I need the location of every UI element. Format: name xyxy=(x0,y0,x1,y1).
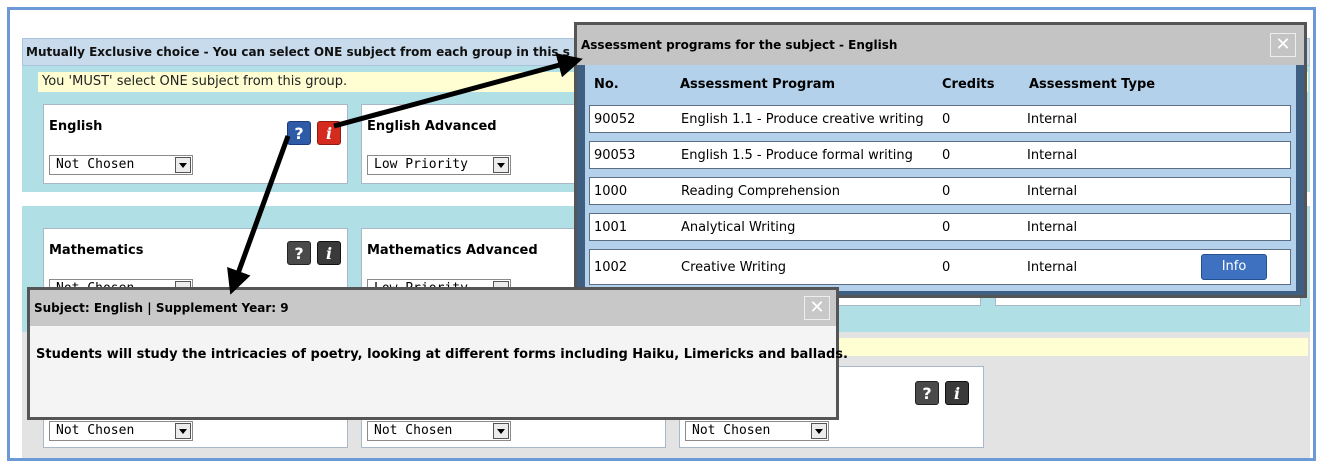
priority-select[interactable]: Not Chosen xyxy=(685,421,829,441)
cell-program: English 1.1 - Produce creative writing xyxy=(681,112,924,127)
cell-credits: 0 xyxy=(942,260,951,275)
subject-card-english: English Not Chosen ? i xyxy=(43,104,348,184)
dialog-titlebar: Subject: English | Supplement Year: 9 ✕ xyxy=(30,290,836,326)
priority-select[interactable]: Not Chosen xyxy=(367,421,511,441)
cell-program: Analytical Writing xyxy=(681,220,796,235)
cell-no: 90052 xyxy=(594,112,636,127)
select-value: Not Chosen xyxy=(692,423,771,438)
table-row[interactable]: 1001 Analytical Writing 0 Internal xyxy=(589,213,1291,241)
column-header-no: No. xyxy=(594,77,619,92)
cell-type: Internal xyxy=(1027,220,1078,235)
column-header-type: Assessment Type xyxy=(1029,77,1156,92)
subject-title: English Advanced xyxy=(367,119,497,134)
dialog-titlebar: Assessment programs for the subject - En… xyxy=(577,25,1304,65)
subject-title: English xyxy=(49,119,103,134)
chevron-down-icon[interactable] xyxy=(811,423,827,439)
cell-program: Reading Comprehension xyxy=(681,184,840,199)
cell-credits: 0 xyxy=(942,112,951,127)
table-row[interactable]: 1000 Reading Comprehension 0 Internal xyxy=(589,177,1291,205)
info-button[interactable]: Info xyxy=(1201,254,1267,280)
cell-type: Internal xyxy=(1027,184,1078,199)
table-row[interactable]: 90052 English 1.1 - Produce creative wri… xyxy=(589,105,1291,133)
cell-no: 1002 xyxy=(594,260,628,275)
table-row[interactable]: 1002 Creative Writing 0 Internal Info xyxy=(589,249,1291,285)
select-value: Not Chosen xyxy=(374,423,453,438)
column-header-program: Assessment Program xyxy=(680,77,836,92)
dialog-title: Assessment programs for the subject - En… xyxy=(581,38,898,52)
column-header-credits: Credits xyxy=(942,77,995,92)
close-icon[interactable]: ✕ xyxy=(804,296,830,320)
select-value: Not Chosen xyxy=(56,157,135,172)
chevron-down-icon[interactable] xyxy=(493,423,509,439)
help-icon[interactable]: ? xyxy=(915,381,939,405)
help-icon[interactable]: ? xyxy=(287,241,311,265)
cell-type: Internal xyxy=(1027,260,1078,275)
select-value: Not Chosen xyxy=(56,423,135,438)
supplement-description: Students will study the intricacies of p… xyxy=(36,347,848,362)
priority-select[interactable]: Low Priority xyxy=(367,155,511,175)
info-icon[interactable]: i xyxy=(317,121,341,145)
priority-select[interactable]: Not Chosen xyxy=(49,421,193,441)
priority-select[interactable]: Not Chosen xyxy=(49,155,193,175)
info-icon[interactable]: i xyxy=(317,241,341,265)
chevron-down-icon[interactable] xyxy=(493,157,509,173)
cell-no: 1000 xyxy=(594,184,628,199)
chevron-down-icon[interactable] xyxy=(175,157,191,173)
select-value: Low Priority xyxy=(374,157,468,172)
info-icon[interactable]: i xyxy=(945,381,969,405)
subject-card-english-advanced: English Advanced Low Priority xyxy=(361,104,586,184)
dialog-title: Subject: English | Supplement Year: 9 xyxy=(34,301,289,315)
cell-type: Internal xyxy=(1027,148,1078,163)
close-icon[interactable]: ✕ xyxy=(1270,33,1296,57)
cell-credits: 0 xyxy=(942,220,951,235)
assessment-table: No. Assessment Program Credits Assessmen… xyxy=(585,65,1296,291)
subject-title: Mathematics Advanced xyxy=(367,243,538,258)
cell-no: 90053 xyxy=(594,148,636,163)
chevron-down-icon[interactable] xyxy=(175,423,191,439)
subject-supplement-dialog: Subject: English | Supplement Year: 9 ✕ … xyxy=(27,287,848,420)
cell-credits: 0 xyxy=(942,184,951,199)
cell-no: 1001 xyxy=(594,220,628,235)
assessment-programs-dialog: Assessment programs for the subject - En… xyxy=(574,22,1307,298)
cell-credits: 0 xyxy=(942,148,951,163)
table-row[interactable]: 90053 English 1.5 - Produce formal writi… xyxy=(589,141,1291,169)
subject-title: Mathematics xyxy=(49,243,144,258)
cell-program: Creative Writing xyxy=(681,260,787,275)
cell-program: English 1.5 - Produce formal writing xyxy=(681,148,913,163)
cell-type: Internal xyxy=(1027,112,1078,127)
help-icon[interactable]: ? xyxy=(287,121,311,145)
